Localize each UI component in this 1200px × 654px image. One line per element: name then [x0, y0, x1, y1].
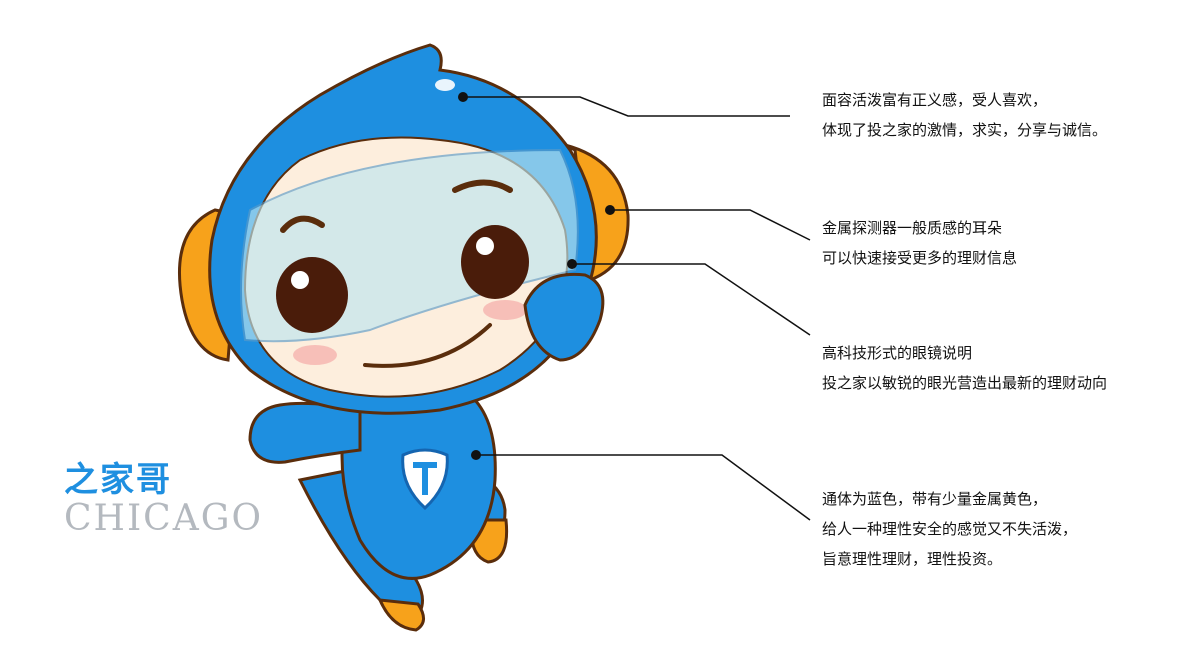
left-eye [276, 257, 348, 333]
annotation-line: 体现了投之家的激情，求实，分享与诚信。 [822, 121, 1108, 139]
annotation-line: 通体为蓝色，带有少量金属黄色， [822, 490, 1048, 508]
left-foot [377, 598, 425, 632]
annotation-line: 旨意理性理财，理性投资。 [822, 550, 1003, 568]
annotation-line: 可以快速接受更多的理财信息 [822, 249, 1018, 267]
annotation-goggles: 高科技形式的眼镜说明 投之家以敏锐的眼光营造出最新的理财动向 [822, 338, 1107, 398]
annotation-line: 投之家以敏锐的眼光营造出最新的理财动向 [822, 374, 1108, 392]
brand-name-cn: 之家哥 [64, 460, 172, 500]
annotation-ears: 金属探测器一般质感的耳朵 可以快速接受更多的理财信息 [822, 213, 1017, 273]
brand-name-en: CHICAGO [64, 498, 263, 539]
right-eye [461, 225, 529, 299]
left-arm [248, 401, 362, 464]
annotation-line: 面容活泼富有正义感，受人喜欢， [822, 91, 1048, 109]
mascot-intro-page: 之家哥 CHICAGO 面容活泼富有正义感，受人喜欢， 体现了投之家的激情，求实… [0, 0, 1200, 654]
annotation-line: 高科技形式的眼镜说明 [822, 344, 973, 362]
annotation-line: 给人一种理性安全的感觉又不失活泼， [822, 520, 1078, 538]
annotation-body: 通体为蓝色，带有少量金属黄色， 给人一种理性安全的感觉又不失活泼， 旨意理性理财… [822, 484, 1077, 574]
annotation-face: 面容活泼富有正义感，受人喜欢， 体现了投之家的激情，求实，分享与诚信。 [822, 85, 1107, 145]
annotation-line: 金属探测器一般质感的耳朵 [822, 219, 1003, 237]
